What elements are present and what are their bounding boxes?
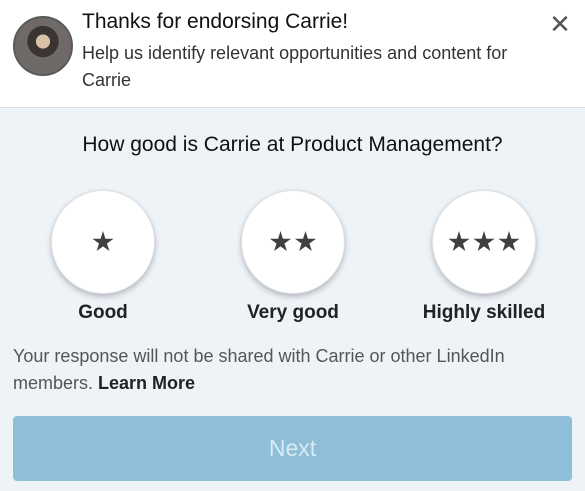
star-icon bbox=[473, 231, 495, 252]
rating-button-good[interactable] bbox=[51, 190, 155, 294]
option-very-good[interactable]: Very good bbox=[223, 190, 363, 324]
avatar bbox=[13, 16, 73, 76]
privacy-note-text: Your response will not be shared with Ca… bbox=[13, 346, 505, 393]
star-icon bbox=[269, 231, 292, 252]
star-icon bbox=[498, 231, 520, 252]
learn-more-link[interactable]: Learn More bbox=[98, 373, 195, 393]
option-good[interactable]: Good bbox=[33, 190, 173, 324]
dialog-header: Thanks for endorsing Carrie! Help us ide… bbox=[0, 0, 585, 108]
header-title: Thanks for endorsing Carrie! bbox=[82, 10, 349, 33]
header-subtitle: Help us identify relevant opportunities … bbox=[82, 43, 508, 90]
stars-2 bbox=[269, 231, 317, 253]
next-button[interactable]: Next bbox=[13, 416, 572, 481]
star-icon bbox=[92, 231, 114, 252]
star-icon bbox=[448, 231, 470, 252]
star-icon bbox=[294, 231, 317, 252]
option-label: Highly skilled bbox=[422, 302, 546, 323]
close-icon[interactable]: ✕ bbox=[546, 10, 574, 38]
stars-3 bbox=[448, 231, 520, 253]
option-highly-skilled[interactable]: Highly skilled bbox=[414, 190, 554, 324]
rating-button-very-good[interactable] bbox=[241, 190, 345, 294]
privacy-note: Your response will not be shared with Ca… bbox=[13, 343, 573, 397]
skill-question: How good is Carrie at Product Management… bbox=[82, 133, 503, 156]
rating-button-highly-skilled[interactable] bbox=[432, 190, 536, 294]
option-label: Good bbox=[78, 302, 128, 323]
option-label: Very good bbox=[247, 302, 339, 323]
stars-1 bbox=[92, 231, 114, 253]
